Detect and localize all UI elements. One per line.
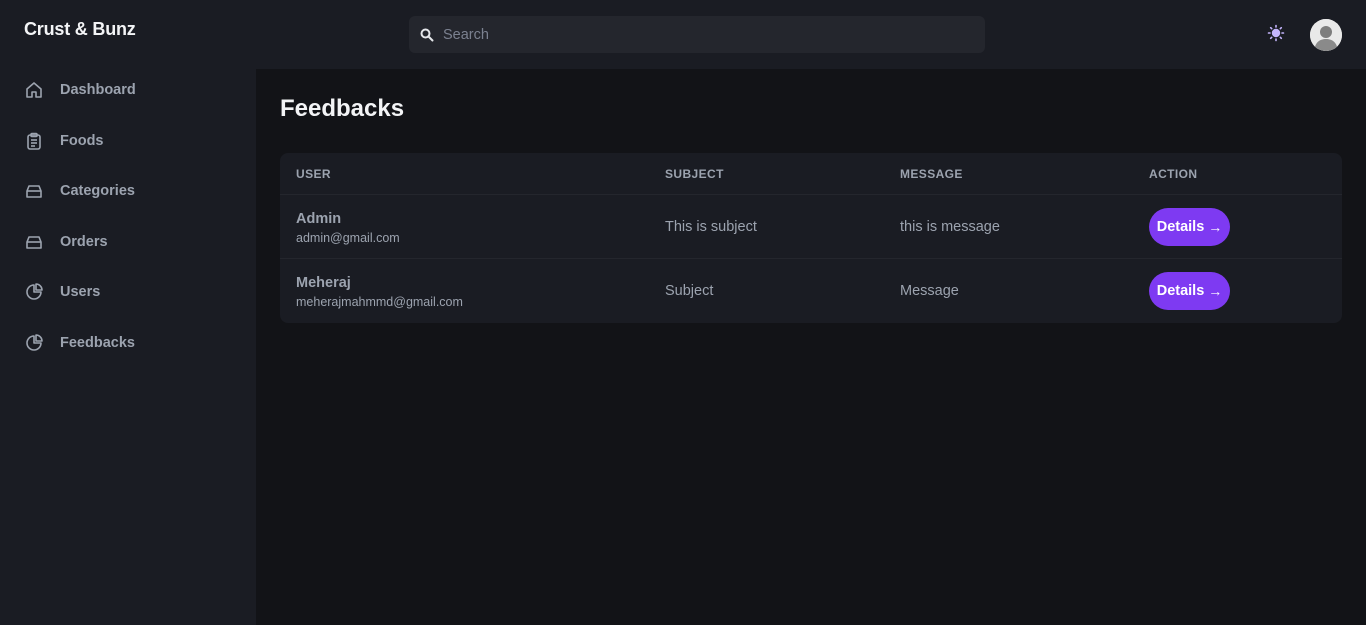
search-icon (419, 27, 435, 43)
column-header-action: ACTION (1149, 167, 1198, 181)
table-row: Admin admin@gmail.com This is subject th… (280, 195, 1342, 259)
feedback-subject: This is subject (665, 219, 757, 235)
feedback-message: Message (900, 283, 959, 299)
user-email: admin@gmail.com (296, 231, 400, 245)
sidebar-item-foods[interactable]: Foods (0, 116, 256, 167)
brand-logo[interactable]: Crust & Bunz (24, 19, 136, 40)
column-header-subject: SUBJECT (665, 167, 724, 181)
sidebar-nav: Dashboard Foods Categories Orders Users (0, 65, 256, 368)
table-header-row: USER SUBJECT MESSAGE ACTION (280, 153, 1342, 195)
home-icon (24, 80, 44, 100)
sidebar-item-label: Users (60, 284, 101, 301)
column-header-user: USER (296, 167, 331, 181)
details-button[interactable]: Details → (1149, 208, 1230, 246)
table-row: Meheraj meherajmahmmd@gmail.com Subject … (280, 259, 1342, 323)
sidebar-item-feedbacks[interactable]: Feedbacks (0, 318, 256, 369)
user-avatar-icon (1310, 19, 1342, 51)
arrow-right-icon: → (1208, 283, 1223, 299)
feedback-message: this is message (900, 219, 1000, 235)
sidebar-item-label: Foods (60, 132, 104, 149)
user-name: Meheraj (296, 275, 351, 291)
feedback-subject: Subject (665, 283, 714, 299)
sidebar-item-label: Categories (60, 183, 135, 200)
details-button-label: Details (1156, 219, 1205, 235)
search-input[interactable] (443, 16, 985, 53)
pie-chart-icon (24, 333, 44, 353)
user-name: Admin (296, 211, 342, 227)
sidebar-item-users[interactable]: Users (0, 267, 256, 318)
tray-icon (24, 181, 44, 201)
search-bar (409, 16, 985, 53)
avatar[interactable] (1310, 19, 1342, 51)
sidebar-item-label: Orders (60, 233, 108, 250)
details-button-label: Details (1156, 283, 1205, 299)
theme-toggle-button[interactable] (1264, 23, 1288, 47)
sun-icon (1267, 24, 1285, 47)
user-email: meherajmahmmd@gmail.com (296, 295, 463, 309)
page-title: Feedbacks (280, 95, 405, 122)
sidebar: Crust & Bunz Dashboard Foods Categories … (0, 0, 256, 625)
clipboard-icon (24, 131, 44, 151)
feedbacks-table: USER SUBJECT MESSAGE ACTION Admin admin@… (280, 153, 1342, 323)
sidebar-item-label: Dashboard (60, 82, 136, 99)
tray-icon (24, 232, 44, 252)
column-header-message: MESSAGE (900, 167, 963, 181)
sidebar-item-orders[interactable]: Orders (0, 217, 256, 268)
pie-chart-icon (24, 282, 44, 302)
details-button[interactable]: Details → (1149, 272, 1230, 310)
sidebar-item-categories[interactable]: Categories (0, 166, 256, 217)
arrow-right-icon: → (1208, 219, 1223, 235)
sidebar-item-label: Feedbacks (60, 334, 135, 351)
sidebar-item-dashboard[interactable]: Dashboard (0, 65, 256, 116)
